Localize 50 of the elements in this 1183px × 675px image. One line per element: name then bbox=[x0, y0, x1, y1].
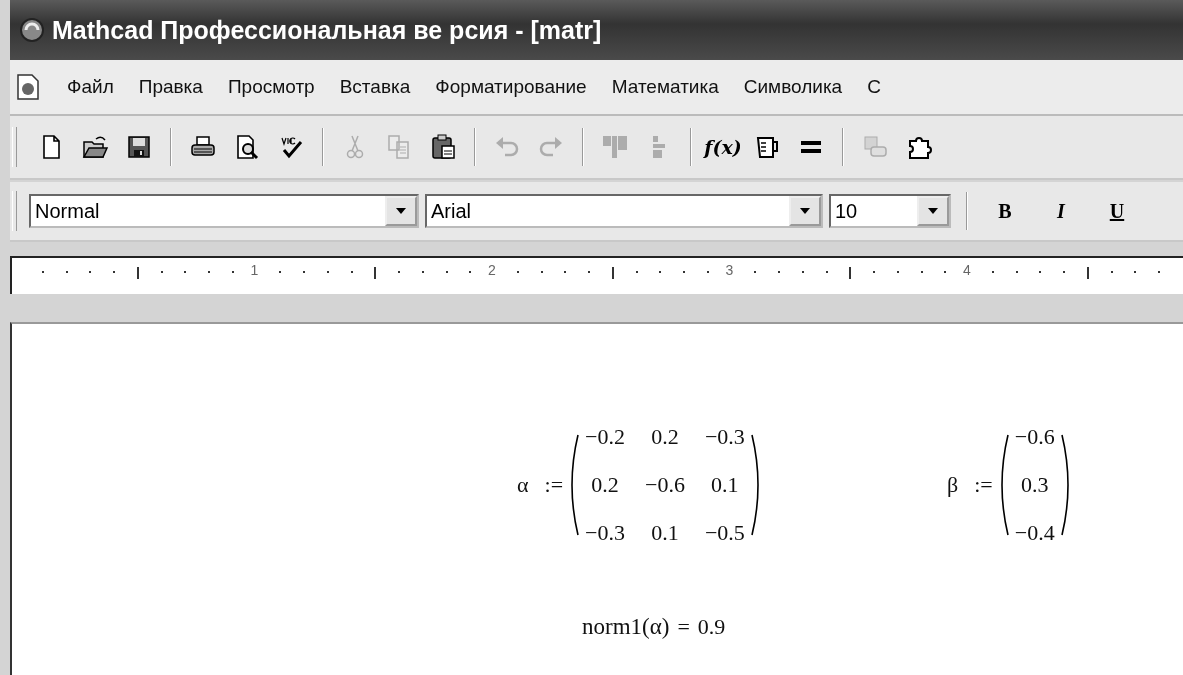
italic-button[interactable]: I bbox=[1033, 191, 1089, 231]
matrix-element: −0.3 bbox=[585, 520, 625, 546]
document-icon bbox=[14, 73, 42, 101]
matrix-element: 0.1 bbox=[651, 520, 679, 546]
assignment-operator: := bbox=[544, 472, 564, 498]
matrix-element: −0.4 bbox=[1014, 520, 1055, 546]
style-combo[interactable]: Normal bbox=[29, 194, 419, 228]
combo-value: Normal bbox=[34, 199, 101, 223]
ruler-number: 4 bbox=[963, 262, 971, 278]
ruler-number: 3 bbox=[725, 262, 734, 278]
size-combo[interactable]: 10 bbox=[829, 194, 951, 228]
dropdown-button[interactable] bbox=[385, 196, 417, 226]
matrix-element: 0.3 bbox=[1020, 472, 1049, 498]
menu-item[interactable]: Символика bbox=[743, 76, 843, 98]
ruler-number: 1 bbox=[250, 262, 259, 278]
menu-item[interactable]: Вставка bbox=[339, 76, 411, 98]
dropdown-button[interactable] bbox=[789, 196, 821, 226]
matrix-element: −0.5 bbox=[704, 520, 745, 546]
dropdown-button[interactable] bbox=[917, 196, 949, 226]
underline-button[interactable]: U bbox=[1089, 191, 1145, 231]
menu-item[interactable]: Математика bbox=[611, 76, 719, 98]
menu-item[interactable]: С bbox=[867, 76, 881, 98]
matrix-element: 0.1 bbox=[711, 472, 739, 498]
clipboard-icon bbox=[429, 133, 457, 161]
matrix-element: −0.6 bbox=[645, 472, 685, 498]
align-top-icon bbox=[601, 133, 629, 161]
function-call: norm1(α) bbox=[582, 614, 670, 640]
font-combo[interactable]: Arial bbox=[425, 194, 823, 228]
menu-item[interactable]: Файл bbox=[67, 76, 114, 98]
matrix-element: 0.2 bbox=[651, 424, 679, 450]
combo-value: 10 bbox=[834, 199, 859, 223]
matrix-element: −0.6 bbox=[1014, 424, 1055, 450]
ruler-number: 2 bbox=[488, 262, 496, 278]
menu-item[interactable]: Правка bbox=[138, 76, 203, 98]
matrix-element: 0.2 bbox=[591, 472, 619, 498]
result-value: 0.9 bbox=[697, 614, 726, 640]
menu-item[interactable]: Форматирование bbox=[435, 76, 587, 98]
combo-value: Arial bbox=[430, 199, 472, 223]
app-logo-icon bbox=[18, 16, 46, 44]
matrix-element: −0.2 bbox=[585, 424, 625, 450]
matrix-element: −0.3 bbox=[704, 424, 745, 450]
variable-name: α bbox=[517, 472, 529, 498]
variable-name: β bbox=[947, 472, 959, 498]
equals-operator: = bbox=[677, 614, 690, 640]
folder-icon bbox=[81, 133, 109, 161]
bold-button[interactable]: B bbox=[977, 191, 1033, 231]
assignment-operator: := bbox=[974, 472, 993, 498]
menu-item[interactable]: Просмотр bbox=[227, 76, 315, 98]
window-title: Mathcad Профессиональная ве рсия - [matr] bbox=[52, 15, 602, 45]
function-button[interactable]: f(x) bbox=[701, 126, 745, 168]
